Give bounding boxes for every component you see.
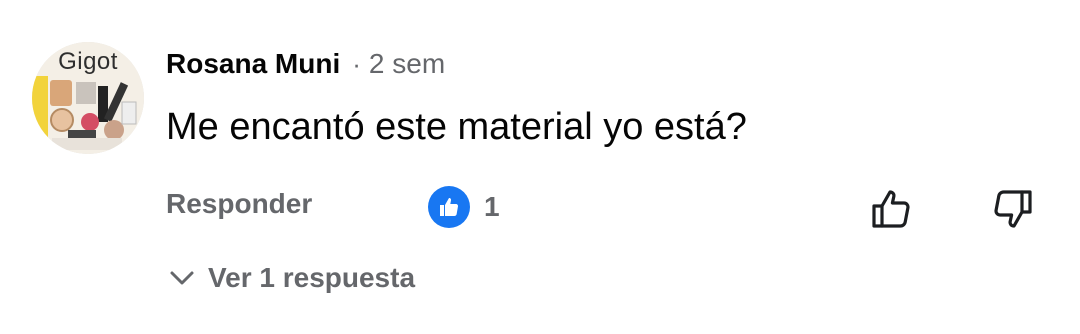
avatar-logo-text: Gigot [58, 48, 118, 75]
view-replies-button[interactable]: Ver 1 respuesta [166, 262, 415, 294]
comment-text: Me encantó este material yo está? [166, 106, 747, 148]
avatar[interactable]: Gigot [32, 42, 144, 154]
thumbs-down-outline-icon [994, 190, 1032, 228]
like-thumb-icon [428, 186, 470, 228]
thumbs-up-outline-icon [872, 190, 910, 228]
dislike-button[interactable] [988, 184, 1038, 234]
comment-actions: Responder 1 [166, 184, 1066, 230]
chevron-down-icon [170, 271, 194, 285]
view-replies-label: Ver 1 respuesta [208, 262, 416, 293]
reaction-summary[interactable]: 1 [428, 186, 500, 228]
reaction-count: 1 [484, 191, 500, 222]
like-button[interactable] [866, 184, 916, 234]
timestamp: 2 sem [368, 48, 446, 79]
reply-button[interactable]: Responder [166, 188, 312, 220]
comment-header: Rosana Muni · 2 sem [166, 42, 445, 86]
author-name[interactable]: Rosana Muni [166, 48, 340, 80]
separator-dot: · [352, 48, 361, 79]
comment-item: Gigot Rosana Muni · 2 sem Me encantó est… [0, 0, 1080, 334]
